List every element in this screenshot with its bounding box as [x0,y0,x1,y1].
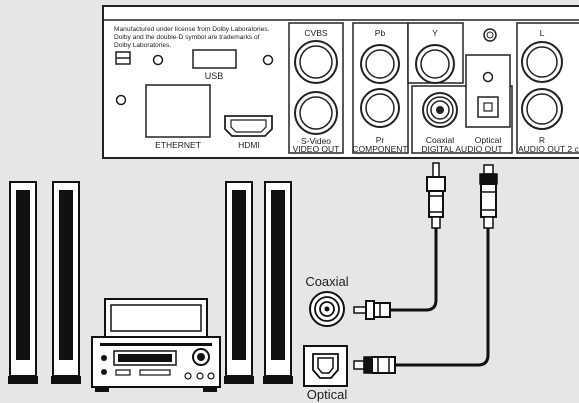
audio-out-label: AUDIO OUT 2 ch [518,144,579,154]
audio-l-label: L [540,28,545,38]
svideo-jack [294,91,338,135]
front-right-speaker [263,181,293,384]
usb-label: USB [205,71,224,81]
y-label: Y [432,28,438,38]
screw-hole [482,71,494,83]
power-switch[interactable] [115,51,131,65]
component-block [352,22,409,154]
receiver-button [101,355,107,361]
center-left-speaker [51,181,81,384]
optical-plug-receiver [353,356,396,374]
pb-label: Pb [375,28,386,38]
front-left-speaker [8,181,38,384]
receiver-button [101,369,107,375]
optical-cable [395,228,490,367]
cables [353,162,498,374]
digital-audio-out-label: DIGITAL AUDIO OUT [421,144,502,154]
connection-diagram: Manufactured under license from Dolby La… [0,0,579,403]
ethernet-port [145,84,211,138]
video-out-label: VIDEO OUT [293,144,340,154]
optical-plug-player [479,164,498,229]
component-label: COMPONENT [352,144,407,154]
hdmi-label: HDMI [238,140,260,150]
cvbs-label: CVBS [304,28,327,38]
coaxial-plug-receiver [353,300,391,320]
cvbs-jack [294,40,338,84]
av-receiver [91,298,221,392]
notice-line-3: Dolby Laboratories. [114,42,171,49]
ethernet-label: ETHERNET [155,140,201,150]
notice-line-2: Dolby and the double-D symbol are tradem… [114,34,260,41]
usb-port [192,49,237,69]
screw-hole [483,28,497,42]
coaxial-cable [390,228,438,312]
receiver-coaxial-label: Coaxial [305,274,348,289]
hdmi-port [224,115,273,137]
player-rear-panel: Manufactured under license from Dolby La… [102,5,579,159]
audio-l-jack [521,41,563,83]
screw-hole [115,94,127,106]
coaxial-plug-player [426,162,446,229]
screw-hole [152,54,164,66]
notice-line-1: Manufactured under license from Dolby La… [114,26,270,33]
diagram-canvas: Manufactured under license from Dolby La… [8,5,579,402]
center-right-speaker [224,181,254,384]
screw-hole [262,54,274,66]
audio-r-jack [521,88,563,130]
receiver-optical-label: Optical [307,387,348,402]
receiver-inputs: Coaxial Optical [303,274,349,402]
